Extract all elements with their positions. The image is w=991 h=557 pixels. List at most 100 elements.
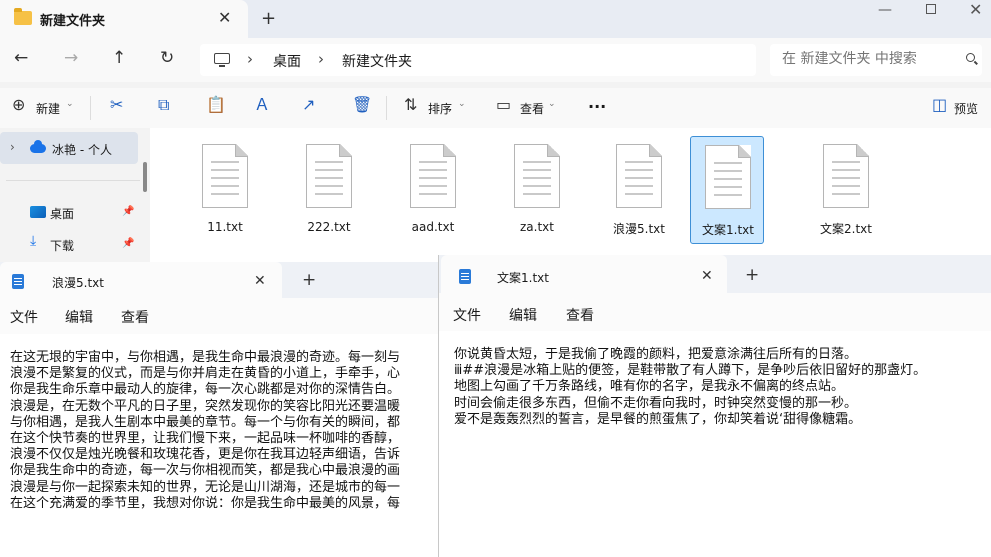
- menu-edit[interactable]: 编辑: [509, 305, 537, 325]
- nav-item-downloads[interactable]: ⤓ 下载 📌: [0, 230, 140, 256]
- chevron-down-icon: ⌄: [458, 99, 466, 109]
- preview-button[interactable]: 预览: [954, 100, 978, 117]
- file-item[interactable]: 11.txt: [188, 136, 262, 244]
- explorer-tab[interactable]: 新建文件夹 ✕: [0, 0, 248, 38]
- text-line: 在这个充满爱的季节里，我想对你说：你是我生命中最美的风景，每: [10, 495, 401, 511]
- chevron-right-icon: ›: [318, 50, 324, 68]
- address-bar-row: ← → ↑ ↻ › 桌面 › 新建文件夹: [0, 38, 991, 82]
- notepad-icon: [459, 269, 471, 284]
- file-item[interactable]: 浪漫5.txt: [602, 136, 676, 244]
- share-icon[interactable]: ↗: [302, 97, 315, 113]
- menu-file[interactable]: 文件: [10, 307, 38, 327]
- text-line: 你说黄昏太短，于是我偷了晚霞的颜料，把爱意涂满往后所有的日落。: [454, 347, 858, 362]
- notepad-text-area[interactable]: 在这无垠的宇宙中，与你相遇，是我生命中最浪漫的奇迹。每一刻与 浪漫不是繁复的仪式，…: [0, 334, 440, 557]
- text-line: 浪漫不仅仅是烛光晚餐和玫瑰花香，更是你在我耳边轻声细语，告诉: [10, 447, 401, 463]
- menu-view[interactable]: 查看: [121, 307, 149, 327]
- file-item[interactable]: za.txt: [500, 136, 574, 244]
- text-file-icon: [202, 144, 248, 208]
- copy-icon[interactable]: ⧉: [158, 97, 169, 113]
- delete-icon[interactable]: 🗑: [352, 97, 372, 113]
- text-line: 时间会偷走很多东西，但偷不走你看向我时，时钟突然变慢的那一秒。: [454, 395, 858, 411]
- notepad-icon: [12, 274, 24, 289]
- nav-item-desktop[interactable]: 桌面 📌: [0, 198, 140, 224]
- nav-item-onedrive[interactable]: › 冰艳 - 个人: [0, 132, 138, 164]
- file-name: 11.txt: [207, 220, 243, 234]
- menu-file[interactable]: 文件: [453, 305, 481, 325]
- preview-pane-icon: ◫: [932, 95, 948, 114]
- menu-view[interactable]: 查看: [566, 305, 594, 325]
- window-close-icon[interactable]: ✕: [969, 0, 982, 19]
- new-button[interactable]: 新建: [36, 100, 60, 117]
- text-line: 在这个快节奏的世界里，让我们慢下来，一起品味一杯咖啡的香醇，: [10, 431, 401, 447]
- cloud-icon: [30, 140, 46, 153]
- new-tab-button[interactable]: +: [261, 8, 276, 29]
- refresh-icon[interactable]: ↻: [160, 48, 174, 68]
- text-line: 浪漫不是繁复的仪式，而是与你并肩走在黄昏的小道上，手牵手，心: [10, 366, 401, 382]
- search-input[interactable]: [782, 51, 942, 67]
- nav-scrollbar[interactable]: [143, 162, 147, 192]
- forward-icon[interactable]: →: [64, 48, 78, 68]
- nav-item-onedrive-label: 冰艳 - 个人: [52, 143, 112, 157]
- notepad-text-area[interactable]: 你说黄昏太短，于是我偷了晚霞的颜料，把爱意涂满往后所有的日落。 ⅲ##浪漫是冰箱上…: [439, 331, 991, 557]
- file-item[interactable]: 222.txt: [292, 136, 366, 244]
- close-tab-icon[interactable]: ✕: [254, 274, 266, 288]
- text-line: 浪漫是，在无数个平凡的日子里，突然发现你的笑容比阳光还要温暖: [10, 398, 401, 414]
- notepad-tab-title: 文案1.txt: [497, 271, 549, 285]
- text-line: 在这无垠的宇宙中，与你相遇，是我生命中最浪漫的奇迹。每一刻与: [10, 350, 401, 365]
- view-button[interactable]: 查看: [520, 100, 544, 117]
- notepad-tab-strip: 文案1.txt ✕ +: [439, 255, 991, 293]
- explorer-tab-strip: 新建文件夹 ✕ + — ✕: [0, 0, 991, 38]
- notepad-window-left: 浪漫5.txt ✕ + 文件 编辑 查看 在这无垠的宇宙中，与你相遇，是我生命中…: [0, 262, 440, 557]
- plus-circle-icon: ⊕: [12, 95, 26, 114]
- desktop-icon: [30, 206, 46, 218]
- breadcrumb-desktop[interactable]: 桌面: [273, 51, 301, 71]
- text-file-icon: [705, 145, 751, 209]
- download-icon: ⤓: [30, 233, 37, 249]
- back-icon[interactable]: ←: [14, 48, 28, 68]
- chevron-right-icon: ›: [10, 140, 15, 154]
- view-icon: ▭: [496, 95, 512, 114]
- address-box[interactable]: › 桌面 › 新建文件夹: [200, 44, 756, 76]
- chevron-down-icon: ⌄: [548, 99, 556, 109]
- more-options-button[interactable]: ···: [588, 97, 606, 116]
- nav-item-desktop-label: 桌面: [50, 207, 75, 221]
- text-line: 爱不是轰轰烈烈的誓言，是早餐的煎蛋焦了，你却笑着说‘甜得像糖霜。: [454, 411, 862, 427]
- new-tab-button[interactable]: +: [302, 272, 316, 289]
- maximize-icon[interactable]: [926, 4, 936, 14]
- explorer-tab-title: 新建文件夹: [40, 14, 106, 29]
- file-name: 222.txt: [307, 220, 351, 234]
- notepad-window-right: 文案1.txt ✕ + 文件 编辑 查看 你说黄昏太短，于是我偷了晚霞的颜料，把…: [438, 255, 991, 557]
- sort-button[interactable]: 排序: [428, 100, 452, 117]
- file-item[interactable]: 文案2.txt: [809, 136, 883, 244]
- file-item[interactable]: 文案1.txt: [690, 136, 764, 244]
- notepad-tab-strip: 浪漫5.txt ✕ +: [0, 262, 440, 298]
- chevron-right-icon: ›: [247, 50, 253, 68]
- up-icon[interactable]: ↑: [112, 48, 126, 68]
- cut-icon[interactable]: ✂: [110, 97, 123, 113]
- close-tab-icon[interactable]: ✕: [218, 10, 231, 26]
- menu-edit[interactable]: 编辑: [65, 307, 93, 327]
- minimize-icon[interactable]: —: [878, 2, 892, 18]
- text-file-icon: [306, 144, 352, 208]
- navigation-pane: › 冰艳 - 个人 桌面 📌 ⤓ 下载 📌: [0, 128, 150, 262]
- new-tab-button[interactable]: +: [745, 267, 759, 284]
- notepad-tab[interactable]: 文案1.txt ✕: [441, 255, 727, 293]
- text-file-icon: [823, 144, 869, 208]
- notepad-tab-title: 浪漫5.txt: [52, 276, 104, 290]
- pin-icon: 📌: [122, 206, 135, 217]
- file-name: 文案2.txt: [820, 222, 872, 236]
- close-tab-icon[interactable]: ✕: [701, 269, 713, 283]
- folder-icon: [14, 8, 32, 25]
- text-line: 地图上勾画了千万条路线，唯有你的名字，是我永不偏离的终点站。: [454, 379, 845, 395]
- rename-icon[interactable]: Ａ: [254, 97, 270, 113]
- paste-icon[interactable]: 📋: [206, 97, 226, 113]
- breadcrumb-current-folder[interactable]: 新建文件夹: [342, 51, 412, 71]
- pin-icon: 📌: [122, 238, 135, 249]
- file-name: 文案1.txt: [702, 223, 754, 237]
- search-box[interactable]: [770, 44, 982, 76]
- file-item[interactable]: aad.txt: [396, 136, 470, 244]
- notepad-tab[interactable]: 浪漫5.txt ✕: [0, 262, 282, 298]
- text-line: 你是我生命中的奇迹，每一次与你相视而笑，都是我心中最浪漫的画: [10, 463, 401, 479]
- text-file-icon: [514, 144, 560, 208]
- file-explorer-window: 新建文件夹 ✕ + — ✕ ← → ↑ ↻ › 桌面 › 新建文件夹 ⊕ 新建 …: [0, 0, 991, 262]
